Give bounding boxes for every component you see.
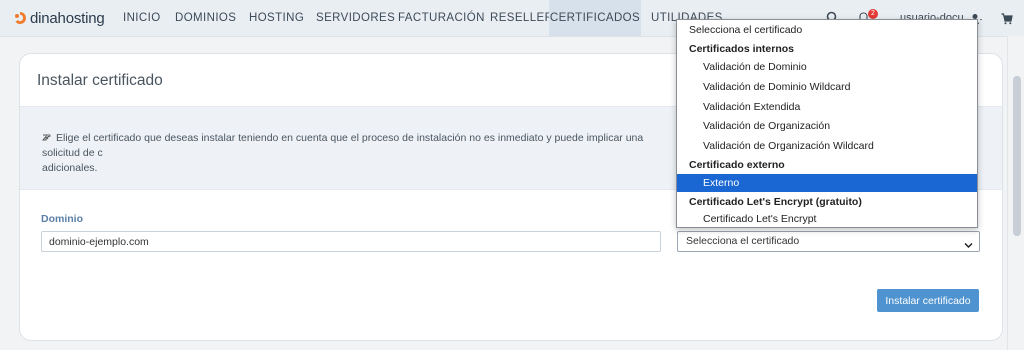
nav-item-facturacion[interactable]: FACTURACIÓN: [389, 0, 494, 36]
certificate-select[interactable]: Selecciona el certificado: [677, 231, 980, 252]
dropdown-option-placeholder[interactable]: Selecciona el certificado: [677, 21, 977, 39]
dropdown-option-dv-wildcard[interactable]: Validación de Dominio Wildcard: [677, 78, 977, 96]
info-text-line1: Elige el certificado que deseas instalar…: [42, 132, 644, 159]
nav-item-certificados[interactable]: CERTIFICADOS: [549, 0, 641, 36]
dropdown-option-letsencrypt[interactable]: Certificado Let's Encrypt: [677, 210, 977, 228]
scrollbar-thumb[interactable]: [1013, 76, 1021, 236]
certificate-dropdown-list[interactable]: Selecciona el certificado Certificados i…: [676, 19, 978, 228]
cart-icon[interactable]: [1001, 12, 1013, 30]
info-text: Elige el certificado que deseas instalar…: [42, 131, 682, 176]
dropdown-option-ov[interactable]: Validación de Organización: [677, 117, 977, 135]
nav-item-dominios[interactable]: DOMINIOS: [166, 0, 245, 36]
chevron-down-icon: [964, 237, 973, 256]
page-title: Instalar certificado: [37, 72, 163, 89]
pointing-hand-icon: [42, 131, 53, 146]
brand-logo[interactable]: dinahosting: [13, 9, 105, 27]
page-scrollbar[interactable]: [1007, 36, 1024, 350]
nav-item-inicio[interactable]: INICIO: [114, 0, 170, 36]
notification-badge: 2: [868, 9, 878, 19]
domain-input[interactable]: [41, 231, 661, 252]
certificate-select-value: Selecciona el certificado: [686, 235, 800, 247]
dropdown-group-letsencrypt: Certificado Let's Encrypt (gratuito): [689, 196, 862, 208]
nav-item-hosting[interactable]: HOSTING: [240, 0, 313, 36]
brand-name: dinahosting: [30, 9, 105, 27]
dropdown-option-dv[interactable]: Validación de Dominio: [677, 58, 977, 76]
logo-icon: [13, 11, 27, 25]
dropdown-option-ev[interactable]: Validación Extendida: [677, 98, 977, 116]
install-certificate-button[interactable]: Instalar certificado: [877, 289, 979, 312]
dropdown-group-internos: Certificados internos: [689, 43, 795, 55]
domain-label: Dominio: [41, 213, 83, 225]
dropdown-group-externo: Certificado externo: [689, 159, 785, 171]
info-text-line2: adicionales.: [42, 162, 98, 174]
dropdown-option-externo[interactable]: Externo: [677, 174, 977, 192]
dropdown-option-ov-wildcard[interactable]: Validación de Organización Wildcard: [677, 137, 977, 155]
